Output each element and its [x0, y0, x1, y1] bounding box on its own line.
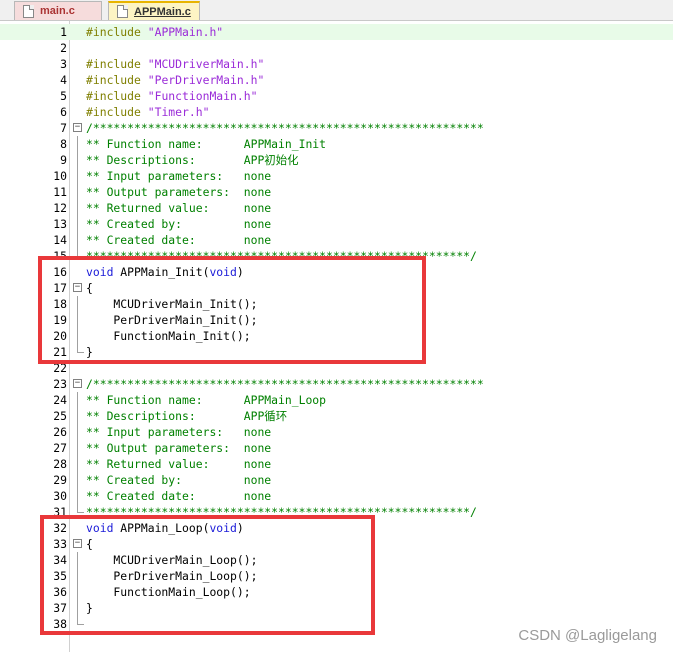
highlight-box-loop: [40, 515, 375, 635]
line-number: 27: [53, 441, 67, 455]
code-line[interactable]: 24 ** Function name: APPMain_Loop: [0, 392, 673, 408]
code-text: ** Descriptions: APP循环: [86, 409, 288, 423]
line-number: 28: [53, 457, 67, 471]
fold-toggle-icon[interactable]: −: [73, 379, 82, 388]
code-text: ** Input parameters: none: [86, 169, 272, 183]
tab-label: APPMain.c: [134, 5, 191, 18]
line-number: 7: [60, 121, 67, 135]
code-text: #include "FunctionMain.h": [86, 89, 258, 103]
watermark: CSDN @Lagligelang: [518, 627, 657, 644]
code-text: ** Returned value: none: [86, 201, 272, 215]
tab-main-c[interactable]: main.c: [14, 1, 102, 20]
file-icon: [23, 4, 34, 18]
line-number: 26: [53, 425, 67, 439]
code-line[interactable]: 6 #include "Timer.h": [0, 104, 673, 120]
line-number: 10: [53, 169, 67, 183]
fold-guide: [77, 200, 78, 216]
code-text: #include "PerDriverMain.h": [86, 73, 265, 87]
code-text: ** Created by: none: [86, 473, 272, 487]
code-line[interactable]: 1 #include "APPMain.h": [0, 24, 673, 40]
tab-bar: main.c APPMain.c: [0, 0, 673, 21]
code-line[interactable]: 2: [0, 40, 673, 56]
code-text: #include "APPMain.h": [86, 25, 224, 39]
line-number: 4: [60, 73, 67, 87]
tab-appmain-c[interactable]: APPMain.c: [108, 1, 200, 20]
code-line[interactable]: 30 ** Created date: none: [0, 488, 673, 504]
tab-label: main.c: [40, 5, 75, 17]
line-number: 9: [60, 153, 67, 167]
code-line[interactable]: 10 ** Input parameters: none: [0, 168, 673, 184]
fold-guide: [77, 456, 78, 472]
code-line[interactable]: 23−/************************************…: [0, 376, 673, 392]
line-number: 2: [60, 41, 67, 55]
code-text: #include "Timer.h": [86, 105, 210, 119]
code-text: ** Returned value: none: [86, 457, 272, 471]
file-icon: [117, 5, 128, 18]
fold-guide-end: [77, 504, 84, 513]
code-line[interactable]: 4 #include "PerDriverMain.h": [0, 72, 673, 88]
code-text: ** Created date: none: [86, 233, 272, 247]
code-text: ** Created date: none: [86, 489, 272, 503]
line-number: 1: [60, 25, 67, 39]
code-line[interactable]: 25 ** Descriptions: APP循环: [0, 408, 673, 424]
line-number: 6: [60, 105, 67, 119]
line-number: 8: [60, 137, 67, 151]
line-number: 29: [53, 473, 67, 487]
line-number: 14: [53, 233, 67, 247]
code-text: #include "MCUDriverMain.h": [86, 57, 265, 71]
fold-guide: [77, 152, 78, 168]
code-line[interactable]: 5 #include "FunctionMain.h": [0, 88, 673, 104]
fold-guide: [77, 408, 78, 424]
code-line[interactable]: 26 ** Input parameters: none: [0, 424, 673, 440]
line-number: 24: [53, 393, 67, 407]
code-line[interactable]: 3 #include "MCUDriverMain.h": [0, 56, 673, 72]
line-number: 30: [53, 489, 67, 503]
code-line[interactable]: 8 ** Function name: APPMain_Init: [0, 136, 673, 152]
line-number: 23: [53, 377, 67, 391]
code-line[interactable]: 7−/*************************************…: [0, 120, 673, 136]
highlight-box-init: [38, 256, 426, 364]
code-line[interactable]: 13 ** Created by: none: [0, 216, 673, 232]
code-text: ** Descriptions: APP初始化: [86, 153, 299, 167]
code-line[interactable]: 14 ** Created date: none: [0, 232, 673, 248]
fold-guide: [77, 232, 78, 248]
line-number: 3: [60, 57, 67, 71]
line-number: 5: [60, 89, 67, 103]
code-line[interactable]: 29 ** Created by: none: [0, 472, 673, 488]
line-number: 12: [53, 201, 67, 215]
code-line[interactable]: 11 ** Output parameters: none: [0, 184, 673, 200]
fold-guide: [77, 488, 78, 504]
fold-guide: [77, 424, 78, 440]
fold-guide: [77, 136, 78, 152]
fold-guide: [77, 440, 78, 456]
fold-guide: [77, 216, 78, 232]
code-text: ** Output parameters: none: [86, 185, 272, 199]
line-number: 25: [53, 409, 67, 423]
code-text: ** Input parameters: none: [86, 425, 272, 439]
code-text: /***************************************…: [86, 121, 484, 135]
code-line[interactable]: 9 ** Descriptions: APP初始化: [0, 152, 673, 168]
fold-toggle-icon[interactable]: −: [73, 123, 82, 132]
code-line[interactable]: 12 ** Returned value: none: [0, 200, 673, 216]
line-number: 13: [53, 217, 67, 231]
fold-guide: [77, 168, 78, 184]
code-line[interactable]: 28 ** Returned value: none: [0, 456, 673, 472]
code-line[interactable]: 27 ** Output parameters: none: [0, 440, 673, 456]
code-text: ** Function name: APPMain_Init: [86, 137, 327, 151]
code-text: ** Function name: APPMain_Loop: [86, 393, 327, 407]
fold-guide: [77, 184, 78, 200]
code-text: /***************************************…: [86, 377, 484, 391]
fold-guide: [77, 472, 78, 488]
code-text: ** Created by: none: [86, 217, 272, 231]
fold-guide: [77, 392, 78, 408]
line-number: 11: [53, 185, 67, 199]
code-text: ** Output parameters: none: [86, 441, 272, 455]
